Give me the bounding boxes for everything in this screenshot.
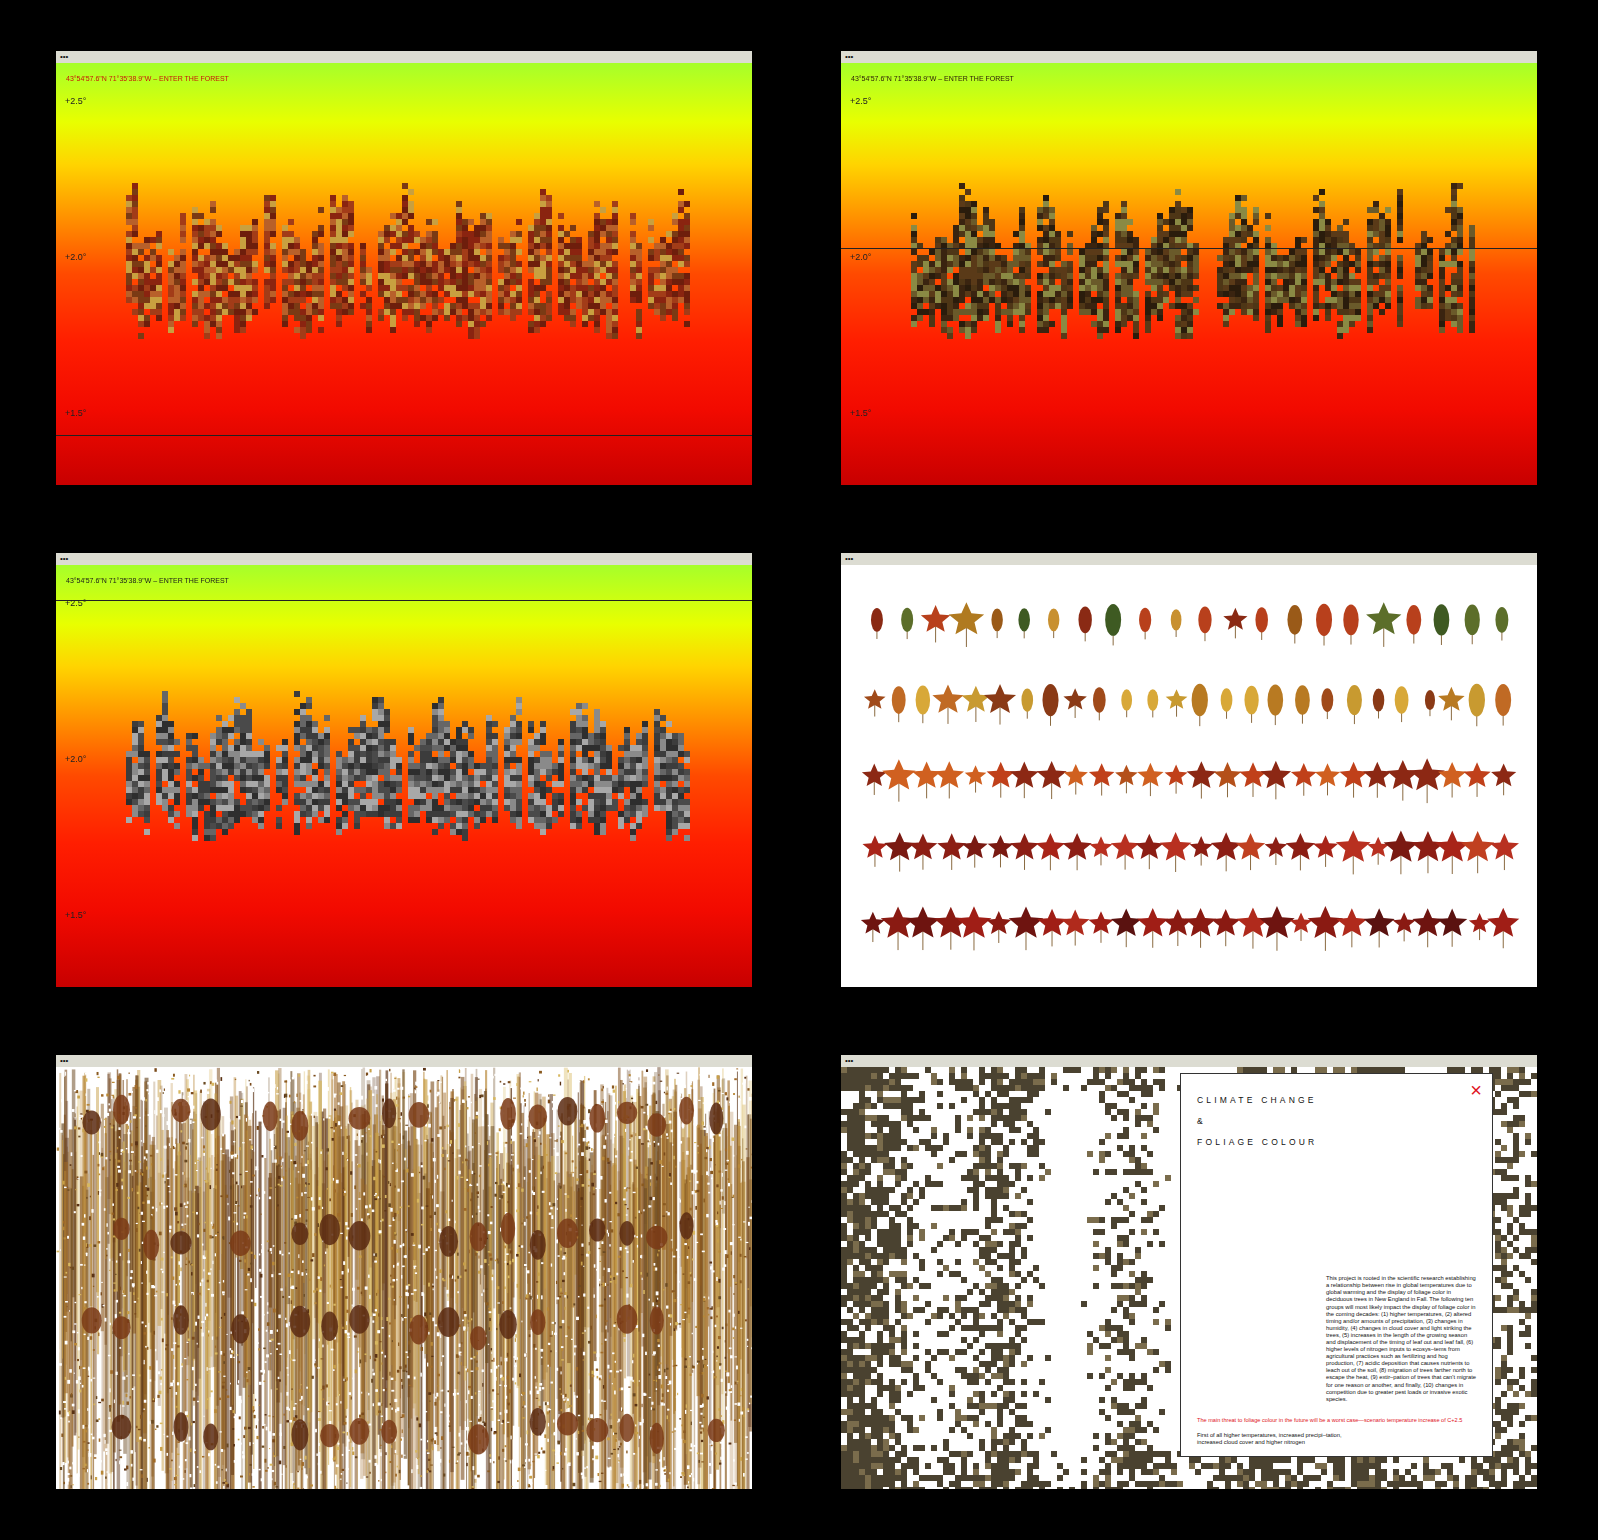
tick-label: +2.0°	[65, 252, 86, 262]
forest-trees	[56, 565, 752, 987]
gallery: ••• 43°54'57.6"N 71°35'38.9"W – ENTER THE…	[0, 0, 1598, 1489]
coordinates-link[interactable]: 43°54'57.6"N 71°35'38.9"W – ENTER THE FO…	[66, 576, 229, 585]
panel-text: First of all higher temperatures, increa…	[1197, 1432, 1357, 1446]
title-bar: •••	[56, 1055, 752, 1067]
tick-label: +2.0°	[850, 252, 871, 262]
window-content: 43°54'57.6"N 71°35'38.9"W – ENTER THE FO…	[841, 63, 1537, 485]
window-content: ×CLIMATE CHANGE&FOLIAGE COLOUR This proje…	[841, 1067, 1537, 1489]
browser-window: ••• 43°54'57.6"N 71°35'38.9"W – ENTER THE…	[56, 553, 752, 987]
forest-trees	[841, 63, 1537, 485]
leaf-collection	[841, 565, 1537, 987]
browser-window: •••	[841, 553, 1537, 987]
window-controls[interactable]: •••	[845, 53, 853, 61]
temperature-marker[interactable]	[841, 248, 1537, 249]
axis-tick: +1.5°	[65, 910, 86, 921]
title-bar: •••	[56, 51, 752, 63]
window-controls[interactable]: •••	[60, 555, 68, 563]
browser-window: ••• ×CLIMATE CHANGE&FOLIAGE COLOUR This pr…	[841, 1055, 1537, 1489]
close-button[interactable]: ×	[1470, 1080, 1482, 1100]
window-content	[841, 565, 1537, 987]
axis-tick: +2.5°	[65, 95, 86, 106]
info-panel: ×CLIMATE CHANGE&FOLIAGE COLOUR This proje…	[1180, 1073, 1493, 1457]
title-bar: •••	[841, 51, 1537, 63]
axis-tick: +2.5°	[850, 95, 871, 106]
tick-label: +1.5°	[65, 910, 86, 920]
title-bar: •••	[841, 553, 1537, 565]
temperature-marker[interactable]	[56, 600, 752, 601]
window-controls[interactable]: •••	[60, 53, 68, 61]
axis-tick: +2.0°	[65, 252, 86, 263]
tick-label: +2.0°	[65, 754, 86, 764]
tick-label: +1.5°	[850, 408, 871, 418]
panel-title: CLIMATE CHANGE	[1197, 1090, 1478, 1111]
panel-text: This project is rooted in the scientific…	[1326, 1275, 1478, 1403]
tick-label: +2.5°	[65, 597, 86, 607]
axis-tick: +2.0°	[850, 252, 871, 263]
axis-tick: +1.5°	[65, 408, 86, 419]
title-bar: •••	[56, 553, 752, 565]
coordinates-link[interactable]: 43°54'57.6"N 71°35'38.9"W – ENTER THE FO…	[851, 74, 1014, 83]
window-content: 43°54'57.6"N 71°35'38.9"W – ENTER THE FO…	[56, 565, 752, 987]
panel-title: FOLIAGE COLOUR	[1197, 1132, 1478, 1153]
coordinates-link[interactable]: 43°54'57.6"N 71°35'38.9"W – ENTER THE FO…	[66, 74, 229, 83]
browser-window: •••	[56, 1055, 752, 1489]
axis-tick: +2.0°	[65, 754, 86, 765]
tick-label: +2.5°	[65, 95, 86, 105]
window-controls[interactable]: •••	[60, 1057, 68, 1065]
leaf-streaks	[56, 1067, 752, 1489]
window-controls[interactable]: •••	[845, 555, 853, 563]
window-controls[interactable]: •••	[845, 1057, 853, 1065]
tick-label: +2.5°	[850, 95, 871, 105]
tick-label: +1.5°	[65, 408, 86, 418]
browser-window: ••• 43°54'57.6"N 71°35'38.9"W – ENTER THE…	[56, 51, 752, 485]
window-content	[56, 1067, 752, 1489]
panel-title: &	[1197, 1111, 1478, 1132]
browser-window: ••• 43°54'57.6"N 71°35'38.9"W – ENTER THE…	[841, 51, 1537, 485]
title-bar: •••	[841, 1055, 1537, 1067]
forest-trees	[56, 63, 752, 485]
highlight-text: The main threat to foliage colour in the…	[1197, 1417, 1478, 1424]
window-content: 43°54'57.6"N 71°35'38.9"W – ENTER THE FO…	[56, 63, 752, 485]
axis-tick: +1.5°	[850, 408, 871, 419]
temperature-marker[interactable]	[56, 435, 752, 436]
